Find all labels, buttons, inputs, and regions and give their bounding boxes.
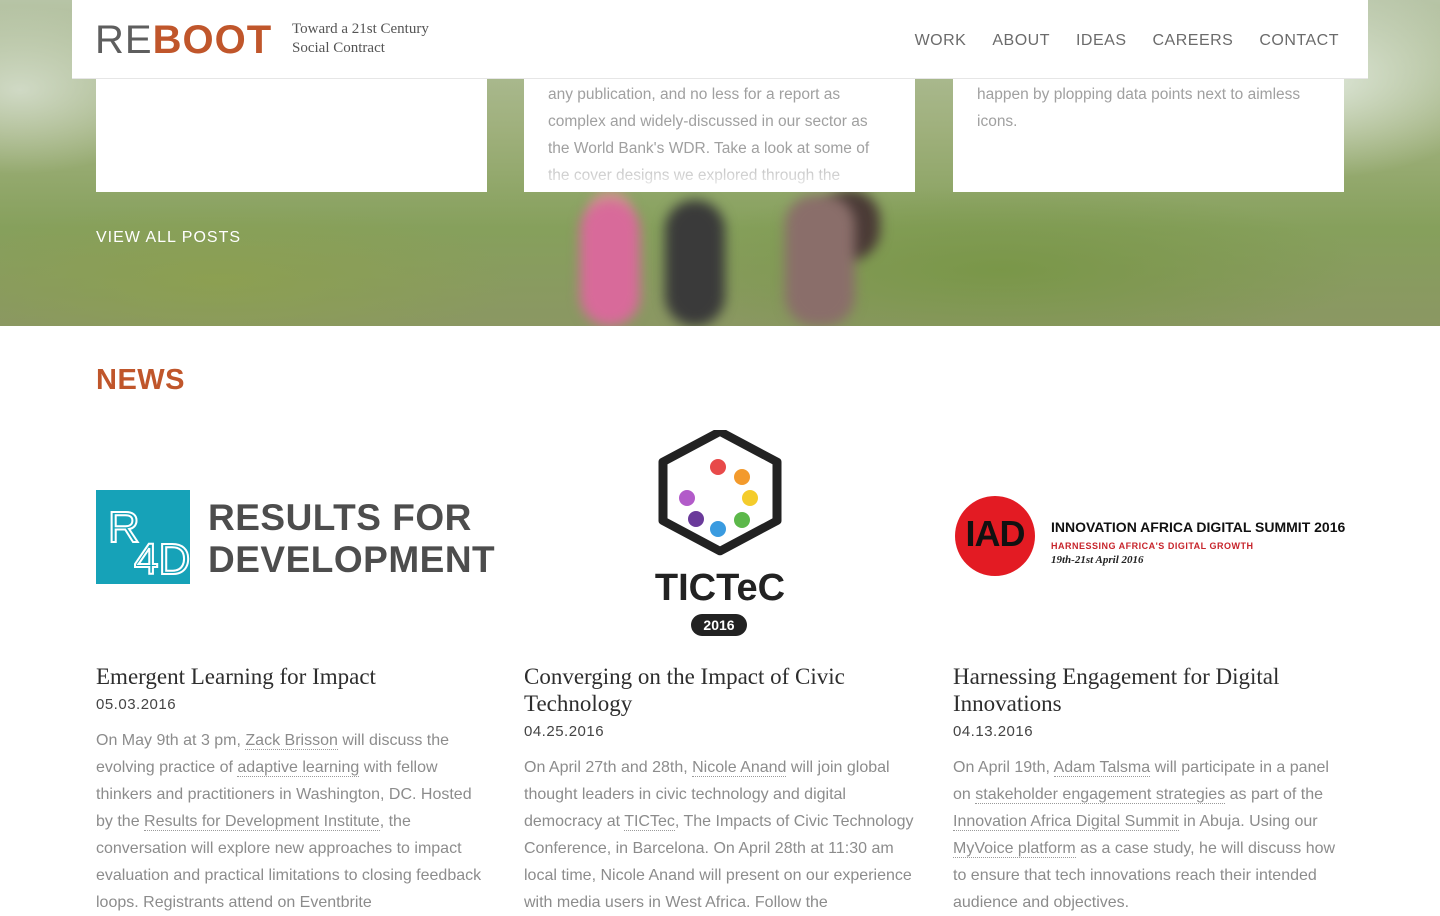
news-item: TICTeC 2016 Converging on the Impact of … xyxy=(524,430,915,911)
iad-letters: IAD xyxy=(965,513,1026,554)
blurred-person xyxy=(785,195,855,326)
tictec-logo[interactable]: TICTeC 2016 xyxy=(524,430,915,640)
r4d-mark-icon: R 4D xyxy=(96,490,191,585)
r4d-wordmark: RESULTS FOR DEVELOPMENT xyxy=(208,497,495,581)
main-nav: WORK ABOUT IDEAS CAREERS CONTACT xyxy=(915,32,1339,50)
tagline: Toward a 21st Century Social Contract xyxy=(292,20,492,58)
news-date: 04.25.2016 xyxy=(524,723,605,740)
tagline-line: Toward a 21st Century xyxy=(292,21,429,37)
news-inline-link[interactable]: Adam Talsma xyxy=(1053,759,1151,777)
news-inline-link[interactable]: stakeholder engagement strategies xyxy=(975,786,1226,804)
news-body-text: as part of the xyxy=(1225,786,1324,803)
innovation-africa-logo[interactable]: IAD INNOVATION AFRICA DIGITAL SUMMIT 201… xyxy=(953,430,1346,640)
news-date: 05.03.2016 xyxy=(96,696,177,713)
news-inline-link[interactable]: Zack Brisson xyxy=(245,732,338,750)
news-inline-link[interactable]: MyVoice platform xyxy=(953,840,1076,858)
news-body-text: On May 9th at 3 pm, xyxy=(96,732,246,749)
blurred-person xyxy=(665,200,725,326)
news-body-text: in Abuja. Using our xyxy=(1178,813,1318,830)
tictec-hexagon-icon xyxy=(658,430,782,556)
news-meta: 04.13.2016 On April 19th, Adam Talsma wi… xyxy=(953,723,1344,916)
iad-subtitle: HARNESSING AFRICA'S DIGITAL GROWTH xyxy=(1051,541,1254,551)
tictec-wordmark: TICTeC xyxy=(654,567,786,609)
tictec-year-badge: 2016 xyxy=(691,614,747,636)
news-title[interactable]: Harnessing Engagement for Digital Innova… xyxy=(953,663,1344,717)
news-inline-link[interactable]: Results for Development Institute xyxy=(144,813,380,831)
logo-boot: BOOT xyxy=(152,18,273,62)
news-body-text: On April 19th, xyxy=(953,759,1054,776)
iad-circle-icon: IAD xyxy=(955,496,1035,576)
nav-contact[interactable]: CONTACT xyxy=(1259,32,1339,50)
news-title[interactable]: Emergent Learning for Impact xyxy=(96,663,487,690)
nav-ideas[interactable]: IDEAS xyxy=(1076,32,1127,50)
svg-text:4D: 4D xyxy=(134,535,190,584)
r4d-line: DEVELOPMENT xyxy=(208,539,496,580)
news-body: On May 9th at 3 pm, Zack Brisson will di… xyxy=(96,727,487,916)
tagline-line: Social Contract xyxy=(292,40,385,56)
post-excerpt: happen by plopping data points next to a… xyxy=(977,86,1301,130)
news-date: 04.13.2016 xyxy=(953,723,1034,740)
news-body-text: On April 27th and 28th, xyxy=(524,759,693,776)
nav-work[interactable]: WORK xyxy=(915,32,967,50)
r4d-line: RESULTS FOR xyxy=(208,497,472,538)
news-item: R 4D RESULTS FOR DEVELOPMENT Emergent Le… xyxy=(96,430,495,911)
iad-dates: 19th-21st April 2016 xyxy=(1051,554,1144,566)
iad-title: INNOVATION AFRICA DIGITAL SUMMIT 2016 xyxy=(1051,519,1346,535)
blurred-person xyxy=(580,200,640,326)
news-inline-link[interactable]: Nicole Anand xyxy=(692,759,787,777)
reboot-logo[interactable]: REBOOT xyxy=(95,18,272,62)
nav-about[interactable]: ABOUT xyxy=(992,32,1050,50)
logo-re: RE xyxy=(95,18,153,62)
view-all-posts-link[interactable]: VIEW ALL POSTS xyxy=(96,229,241,247)
news-inline-link[interactable]: TICTec xyxy=(624,813,675,831)
news-heading: NEWS xyxy=(96,364,185,396)
news-meta: 05.03.2016 On May 9th at 3 pm, Zack Bris… xyxy=(96,696,487,916)
nav-careers[interactable]: CAREERS xyxy=(1153,32,1234,50)
results-for-development-logo[interactable]: R 4D RESULTS FOR DEVELOPMENT xyxy=(96,430,495,640)
news-body: On April 19th, Adam Talsma will particip… xyxy=(953,754,1344,916)
news-inline-link[interactable]: adaptive learning xyxy=(237,759,360,777)
excerpt-fade xyxy=(524,152,915,192)
news-body: On April 27th and 28th, Nicole Anand wil… xyxy=(524,754,915,916)
news-title[interactable]: Converging on the Impact of Civic Techno… xyxy=(524,663,915,717)
site-header: REBOOT Toward a 21st Century Social Cont… xyxy=(72,0,1368,79)
news-inline-link[interactable]: Innovation Africa Digital Summit xyxy=(953,813,1179,831)
news-meta: 04.25.2016 On April 27th and 28th, Nicol… xyxy=(524,723,915,916)
news-item: IAD INNOVATION AFRICA DIGITAL SUMMIT 201… xyxy=(953,430,1346,911)
